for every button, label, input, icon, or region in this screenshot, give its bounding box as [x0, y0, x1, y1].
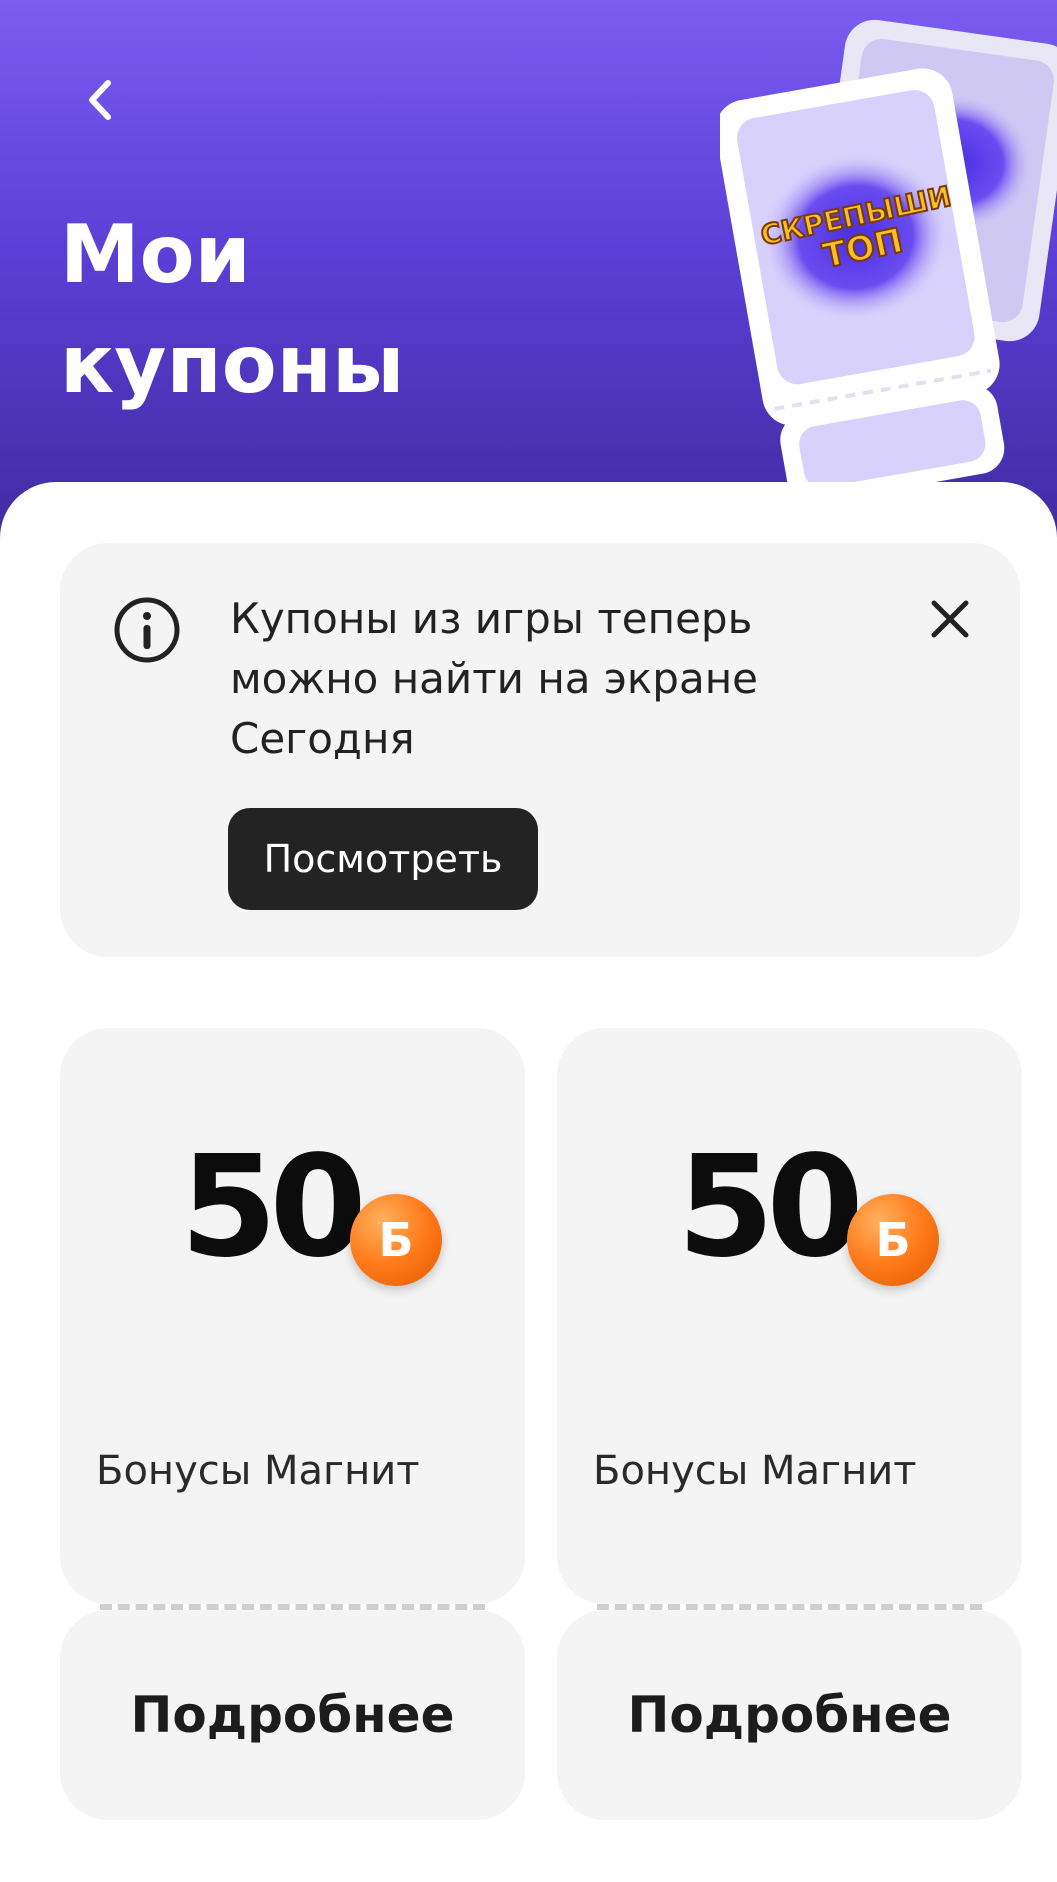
coupon-label: Бонусы Магнит [96, 1448, 420, 1494]
promo-cards-illustration: СКРЕПЫШИ ТОП [720, 19, 1057, 504]
coupon-amount: 50 [180, 1126, 367, 1289]
coupon-card-body[interactable]: 50 Б Бонусы Магнит [557, 1028, 1022, 1604]
chevron-left-icon [89, 80, 111, 120]
info-icon [114, 597, 180, 663]
coupon-label: Бонусы Магнит [593, 1448, 917, 1494]
bonus-coin-icon: Б [350, 1194, 442, 1286]
close-icon [931, 600, 969, 638]
info-banner: Купоны из игры теперь можно найти на экр… [60, 543, 1020, 957]
close-button[interactable] [920, 589, 980, 649]
coupon-details-button[interactable]: Подробнее [60, 1610, 525, 1820]
coupon-details-button[interactable]: Подробнее [557, 1610, 1022, 1820]
bonus-coin-icon: Б [847, 1194, 939, 1286]
page-title: Мои купоны [60, 208, 405, 411]
coupon-card-body[interactable]: 50 Б Бонусы Магнит [60, 1028, 525, 1604]
back-button[interactable] [70, 70, 130, 130]
coupon-amount: 50 [677, 1126, 864, 1289]
info-banner-text: Купоны из игры теперь можно найти на экр… [230, 594, 758, 763]
view-button[interactable]: Посмотреть [228, 808, 538, 910]
header: Мои купоны СКРЕПЫШИ ТОП [0, 0, 1057, 560]
